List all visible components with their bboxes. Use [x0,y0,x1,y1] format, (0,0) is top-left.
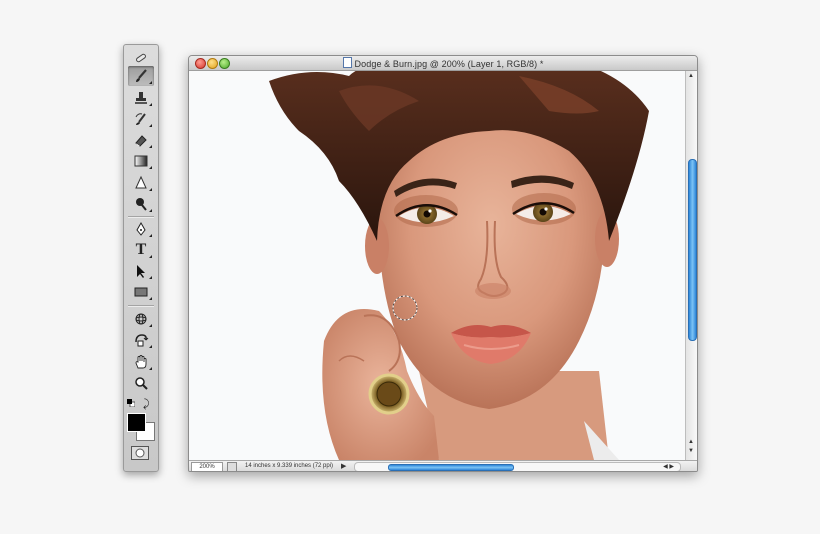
scroll-down-icon[interactable]: ▼ [688,448,694,454]
brush-icon [136,69,147,82]
scroll-up-icon[interactable]: ▲ [688,73,694,79]
title-bar[interactable]: Dodge & Burn.jpg @ 200% (Layer 1, RGB/8)… [189,56,697,71]
vertical-scroll-thumb[interactable] [688,159,697,341]
clone-stamp-tool[interactable] [128,88,154,108]
bandage-icon [136,53,146,63]
gradient-icon [134,155,148,167]
gradient-tool[interactable] [128,151,154,171]
magnifier-icon [135,377,148,390]
type-tool[interactable]: T [128,240,154,260]
pen-tool[interactable] [128,219,154,239]
blur-icon [135,175,147,189]
3d-orbit-icon [135,334,149,347]
history-brush-tool[interactable] [128,109,154,129]
type-icon: T [135,241,147,258]
swap-colors-icon[interactable]: ⤸ [143,398,150,411]
eraser-tool[interactable] [128,130,154,150]
pen-icon [136,221,146,236]
status-menu-arrow-icon[interactable]: ▶ [341,462,346,470]
scroll-left-right-icon[interactable]: ◀ ▶ [663,463,674,470]
image-canvas[interactable] [189,71,685,460]
horizontal-scrollbar[interactable]: ◀ ▶ [354,462,681,471]
vertical-scrollbar[interactable]: ▲ ▲ ▼ [685,71,697,460]
foreground-color-swatch[interactable] [127,413,146,432]
portrait-image [189,71,685,460]
quick-mask-icon[interactable] [131,446,149,460]
arrow-icon [137,265,145,278]
rectangle-icon [134,287,148,297]
dodge-tool[interactable] [128,194,154,214]
default-colors-icon[interactable] [127,399,135,407]
scroll-up-small-icon[interactable]: ▲ [688,439,694,445]
3d-rotate-icon [135,313,147,325]
tools-panel: T [123,44,159,472]
brush-tool[interactable] [128,66,154,86]
hand-icon [135,355,147,369]
blur-tool[interactable] [128,173,154,193]
zoom-tool[interactable] [128,373,154,393]
stamp-icon [135,92,147,104]
document-title: Dodge & Burn.jpg @ 200% (Layer 1, RGB/8)… [354,59,544,69]
status-bar: 200% 14 inches x 9.339 inches (72 ppi) ▶… [189,460,697,471]
hand-tool[interactable] [128,352,154,372]
rectangle-tool[interactable] [128,282,154,302]
status-preview-icon[interactable] [227,462,237,471]
3d-rotate-tool[interactable] [128,309,154,329]
eraser-icon [135,135,147,147]
path-selection-tool[interactable] [128,261,154,281]
document-size-info: 14 inches x 9.339 inches (72 ppi) [245,463,334,469]
document-icon [342,57,352,68]
3d-orbit-tool[interactable] [128,330,154,350]
history-brush-icon [135,113,146,125]
horizontal-scroll-thumb[interactable] [388,464,514,471]
zoom-level-field[interactable]: 200% [191,462,223,471]
dodge-icon [136,198,147,211]
document-window: Dodge & Burn.jpg @ 200% (Layer 1, RGB/8)… [188,55,698,472]
spot-healing-brush-tool[interactable] [128,48,154,68]
